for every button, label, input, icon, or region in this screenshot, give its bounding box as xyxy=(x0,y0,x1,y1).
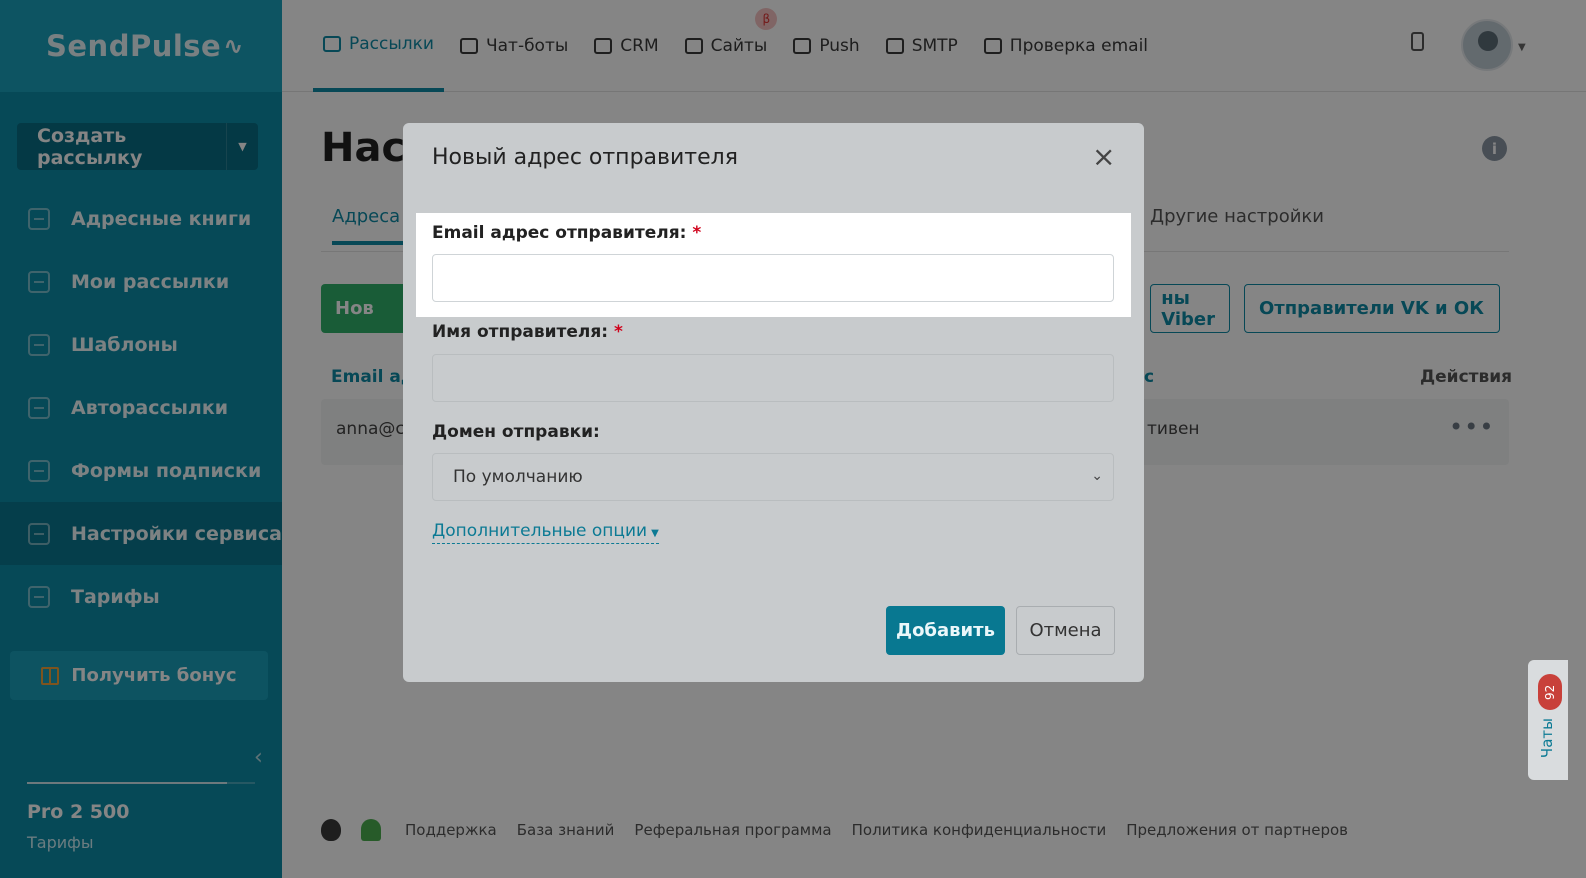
advanced-options-link[interactable]: Дополнительные опции ▼ xyxy=(432,521,659,544)
cancel-button[interactable]: Отмена xyxy=(1016,606,1115,655)
modal-title: Новый адрес отправителя xyxy=(432,145,738,170)
required-marker: * xyxy=(692,223,702,243)
sending-domain-select[interactable]: По умолчанию ⌄ xyxy=(432,453,1114,501)
close-icon[interactable]: × xyxy=(1092,143,1115,171)
advanced-options-label: Дополнительные опции xyxy=(432,521,648,541)
sender-email-input[interactable] xyxy=(432,254,1114,302)
chevron-down-icon: ⌄ xyxy=(1091,468,1103,484)
email-field-label: Email адрес отправителя: * xyxy=(432,223,701,243)
sending-domain-value: По умолчанию xyxy=(453,467,583,487)
required-marker: * xyxy=(614,322,623,342)
name-label-text: Имя отправителя: xyxy=(432,322,609,342)
add-button[interactable]: Добавить xyxy=(886,606,1005,655)
chat-widget-tab[interactable]: 92 Чаты xyxy=(1528,660,1568,780)
domain-field-label: Домен отправки: xyxy=(432,422,600,442)
name-field-label: Имя отправителя: * xyxy=(432,322,623,342)
new-sender-modal: Новый адрес отправителя × Email адрес от… xyxy=(403,123,1144,682)
email-label-text: Email адрес отправителя: xyxy=(432,223,687,243)
chat-count-badge: 92 xyxy=(1538,674,1562,710)
chat-widget-label: Чаты xyxy=(1538,718,1556,759)
sender-name-input[interactable] xyxy=(432,354,1114,402)
caret-down-icon: ▼ xyxy=(651,528,659,539)
